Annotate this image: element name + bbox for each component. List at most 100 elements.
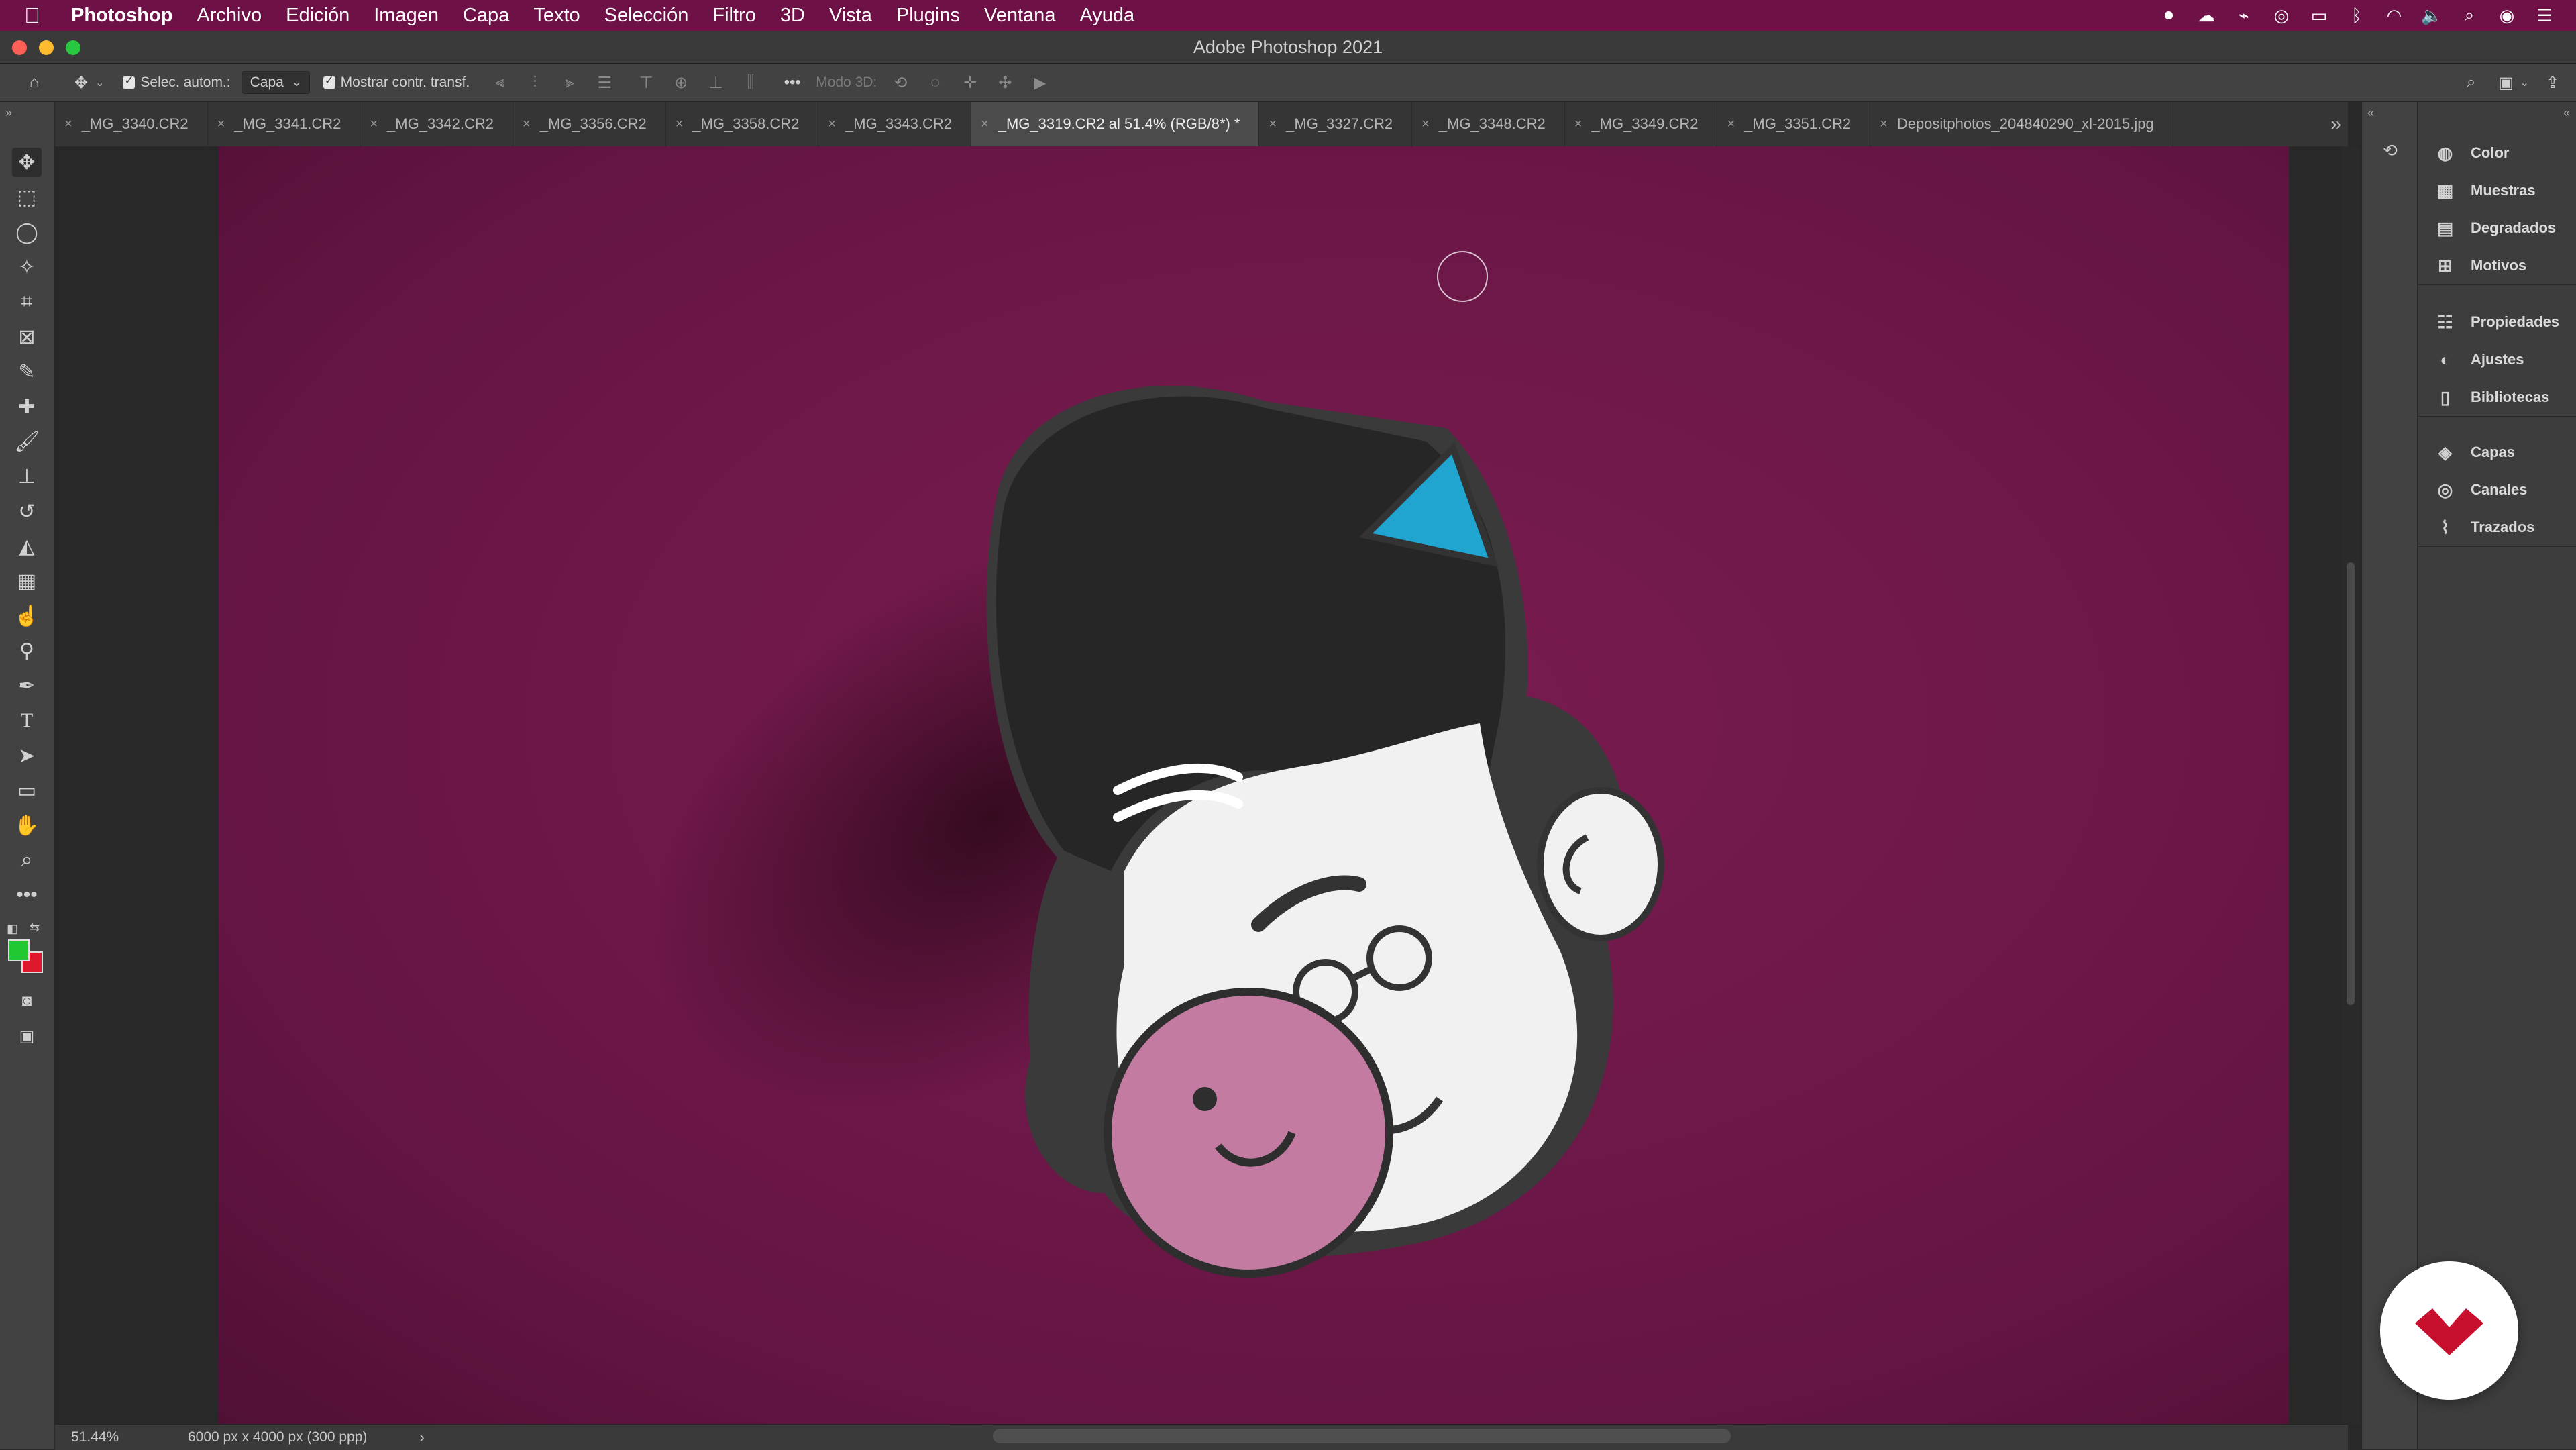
siri-icon[interactable]: ◉ bbox=[2496, 5, 2518, 25]
roll-3d-icon[interactable]: ◌ bbox=[924, 71, 947, 94]
wifi-icon[interactable]: ◠ bbox=[2383, 5, 2406, 25]
zoom-tool-icon[interactable]: ⌕ bbox=[12, 845, 42, 875]
lasso-tool-icon[interactable]: ◯ bbox=[12, 217, 42, 247]
menu-texto[interactable]: Texto bbox=[533, 5, 580, 27]
type-tool-icon[interactable]: T bbox=[12, 706, 42, 735]
menu-photoshop[interactable]: Photoshop bbox=[71, 5, 172, 27]
move-tool-preset-icon[interactable]: ✥ bbox=[70, 71, 93, 94]
vpn-icon[interactable]: ◎ bbox=[2270, 5, 2293, 25]
search-icon[interactable]: ⌕ bbox=[2460, 71, 2483, 94]
close-icon[interactable]: × bbox=[1574, 117, 1582, 132]
record-icon[interactable]: ⏺ bbox=[2157, 5, 2180, 25]
panel-item-patterns[interactable]: ⊞ Motivos bbox=[2418, 247, 2576, 284]
swap-colors-icon[interactable]: ⇆ bbox=[30, 921, 40, 935]
tab-document-active[interactable]: × _MG_3319.CR2 al 51.4% (RGB/8*) * bbox=[971, 102, 1260, 146]
tab-document[interactable]: × _MG_3341.CR2 bbox=[208, 102, 361, 146]
close-icon[interactable]: × bbox=[1421, 117, 1430, 132]
menu-3d[interactable]: 3D bbox=[780, 5, 805, 27]
pan-3d-icon[interactable]: ✛ bbox=[959, 71, 981, 94]
foreground-color-swatch[interactable] bbox=[8, 939, 30, 961]
control-center-icon[interactable]: ☰ bbox=[2533, 5, 2556, 25]
tab-document[interactable]: × _MG_3342.CR2 bbox=[360, 102, 514, 146]
bluetooth-symbol-icon[interactable]: ᛒ bbox=[2345, 5, 2368, 25]
panel-item-swatches[interactable]: ▦ Muestras bbox=[2418, 172, 2576, 209]
gradient-tool-icon[interactable]: ▦ bbox=[12, 566, 42, 596]
align-middle-icon[interactable]: ⊕ bbox=[669, 71, 692, 94]
frame-tool-icon[interactable]: ⊠ bbox=[12, 322, 42, 352]
airplay-icon[interactable]: ▭ bbox=[2308, 5, 2330, 25]
clone-stamp-tool-icon[interactable]: ⊥ bbox=[12, 462, 42, 491]
close-icon[interactable]: × bbox=[981, 117, 989, 132]
collapse-icon[interactable]: « bbox=[2563, 106, 2570, 120]
close-icon[interactable]: × bbox=[217, 117, 225, 132]
slide-3d-icon[interactable]: ✣ bbox=[994, 71, 1016, 94]
tab-document[interactable]: × _MG_3356.CR2 bbox=[513, 102, 666, 146]
home-icon[interactable]: ⌂ bbox=[23, 71, 46, 94]
close-icon[interactable]: × bbox=[676, 117, 684, 132]
close-icon[interactable]: × bbox=[64, 117, 72, 132]
auto-select-checkbox[interactable]: Selec. autom.: bbox=[123, 74, 231, 91]
volume-icon[interactable]: 🔈 bbox=[2420, 5, 2443, 25]
search-icon[interactable]: ⌕ bbox=[2458, 5, 2481, 25]
smudge-tool-icon[interactable]: ☝ bbox=[12, 601, 42, 631]
panel-item-properties[interactable]: ☷ Propiedades bbox=[2418, 303, 2576, 341]
canvas-workspace[interactable] bbox=[55, 146, 2348, 1424]
marquee-tool-icon[interactable]: ⬚ bbox=[12, 183, 42, 212]
bluetooth-icon[interactable]: ⌁ bbox=[2233, 5, 2255, 25]
magic-wand-tool-icon[interactable]: ✧ bbox=[12, 252, 42, 282]
align-right-icon[interactable]: ⫸ bbox=[558, 71, 581, 94]
auto-select-dropdown[interactable]: Capa bbox=[241, 71, 310, 94]
tab-document[interactable]: × _MG_3358.CR2 bbox=[666, 102, 819, 146]
menu-ayuda[interactable]: Ayuda bbox=[1079, 5, 1134, 27]
chevron-down-icon[interactable]: ⌄ bbox=[95, 76, 104, 89]
healing-brush-tool-icon[interactable]: ✚ bbox=[12, 392, 42, 421]
checkbox-checked-icon[interactable] bbox=[123, 74, 136, 89]
close-icon[interactable]: × bbox=[1880, 117, 1888, 132]
edit-toolbar-icon[interactable]: ••• bbox=[12, 880, 42, 910]
document-canvas[interactable] bbox=[219, 146, 2289, 1424]
menu-filtro[interactable]: Filtro bbox=[712, 5, 755, 27]
align-left-icon[interactable]: ⫷ bbox=[488, 71, 511, 94]
menu-imagen[interactable]: Imagen bbox=[374, 5, 439, 27]
workspace-icon[interactable]: ▣ bbox=[2495, 71, 2518, 94]
align-top-icon[interactable]: ⊤ bbox=[635, 71, 657, 94]
panel-item-adjustments[interactable]: ◐ Ajustes bbox=[2418, 341, 2576, 378]
apple-icon[interactable]:  bbox=[24, 3, 51, 28]
distribute-vertical-icon[interactable]: ☰ bbox=[593, 71, 616, 94]
tab-document[interactable]: × _MG_3327.CR2 bbox=[1259, 102, 1413, 146]
panel-item-channels[interactable]: ◎ Canales bbox=[2418, 471, 2576, 509]
collapse-icon[interactable]: « bbox=[2367, 106, 2374, 120]
panel-item-gradients[interactable]: ▤ Degradados bbox=[2418, 209, 2576, 247]
close-window-button[interactable] bbox=[12, 40, 27, 55]
menu-archivo[interactable]: Archivo bbox=[197, 5, 262, 27]
move-tool-icon[interactable]: ✥ bbox=[12, 148, 42, 177]
checkbox-checked-icon[interactable] bbox=[323, 74, 335, 89]
more-tabs-icon[interactable]: » bbox=[2330, 102, 2341, 146]
tab-document[interactable]: × _MG_3351.CR2 bbox=[1717, 102, 1871, 146]
history-brush-tool-icon[interactable]: ↺ bbox=[12, 497, 42, 526]
more-options-icon[interactable]: ••• bbox=[781, 71, 804, 94]
rectangle-tool-icon[interactable]: ▭ bbox=[12, 776, 42, 805]
share-icon[interactable]: ⇪ bbox=[2541, 71, 2564, 94]
align-bottom-icon[interactable]: ⊥ bbox=[704, 71, 727, 94]
tab-document[interactable]: × _MG_3340.CR2 bbox=[55, 102, 208, 146]
close-icon[interactable]: × bbox=[1727, 117, 1735, 132]
menu-plugins[interactable]: Plugins bbox=[896, 5, 960, 27]
chevron-right-icon[interactable]: › bbox=[419, 1429, 424, 1446]
chevron-down-icon[interactable]: ⌄ bbox=[2520, 76, 2529, 89]
scrollbar-thumb[interactable] bbox=[2347, 562, 2355, 1005]
eraser-tool-icon[interactable]: ◭ bbox=[12, 531, 42, 561]
menu-seleccion[interactable]: Selección bbox=[604, 5, 689, 27]
pen-tool-icon[interactable]: ✒ bbox=[12, 671, 42, 701]
tab-document[interactable]: × _MG_3349.CR2 bbox=[1565, 102, 1718, 146]
zoom-level[interactable]: 51.44% bbox=[71, 1429, 152, 1445]
eyedropper-tool-icon[interactable]: ✎ bbox=[12, 357, 42, 386]
distribute-horizontal-icon[interactable]: ⫼ bbox=[739, 71, 762, 94]
screen-mode-icon[interactable]: ▣ bbox=[12, 1021, 42, 1051]
align-center-h-icon[interactable]: ⫶ bbox=[523, 71, 546, 94]
panel-item-paths[interactable]: ⌇ Trazados bbox=[2418, 509, 2576, 546]
collapse-icon[interactable]: » bbox=[5, 106, 12, 120]
hand-tool-icon[interactable]: ✋ bbox=[12, 811, 42, 840]
brush-tool-icon[interactable]: 🖌 bbox=[12, 427, 42, 456]
quick-mask-icon[interactable]: ◙ bbox=[12, 986, 42, 1016]
